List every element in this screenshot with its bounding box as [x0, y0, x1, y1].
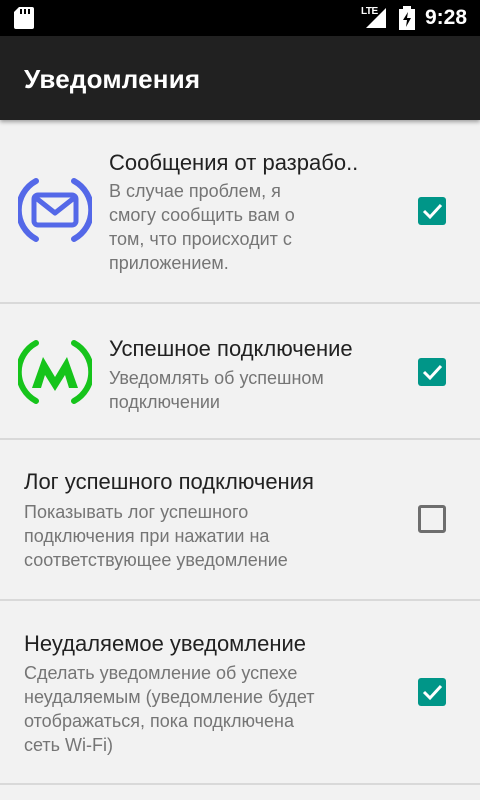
checkmark-icon [422, 364, 443, 381]
setting-title: Лог успешного подключения [24, 469, 314, 494]
setting-summary: Уведомлять об успешном подключении [109, 368, 324, 412]
status-bar: LTE 9:28 [0, 0, 480, 36]
setting-connection-log[interactable]: Лог успешного подключения Показывать лог… [0, 440, 480, 601]
checkmark-icon [422, 203, 443, 220]
developer-messages-checkbox[interactable] [418, 197, 446, 225]
sd-card-icon [14, 7, 34, 29]
battery-charging-icon [399, 6, 415, 30]
setting-summary: Показывать лог успешного подключения при… [24, 502, 288, 570]
setting-developer-messages[interactable]: Сообщения от разрабо.. В случае проблем,… [0, 120, 480, 304]
setting-successful-connection[interactable]: Успешное подключение Уведомлять об успеш… [0, 304, 480, 440]
clock: 9:28 [425, 6, 468, 29]
successful-connection-checkbox[interactable] [418, 358, 446, 386]
connection-log-checkbox[interactable] [418, 505, 446, 533]
app-bar: Уведомления [0, 36, 480, 120]
developer-message-icon [18, 178, 92, 242]
setting-title: Успешное подключение [109, 336, 353, 361]
page-title: Уведомления [24, 64, 201, 94]
checkmark-icon [422, 684, 443, 701]
setting-title: Неудаляемое уведомление [24, 631, 307, 656]
setting-persistent-notification[interactable]: Неудаляемое уведомление Сделать уведомле… [0, 601, 480, 785]
persistent-notification-checkbox[interactable] [418, 678, 446, 706]
setting-summary: Сделать уведомление об успехе неудаляемы… [24, 663, 315, 755]
metro-icon [18, 340, 92, 404]
network-type-label: LTE [361, 6, 378, 17]
setting-title: Сообщения от разрабо.. [109, 150, 359, 175]
setting-summary: В случае проблем, я смогу сообщить вам о… [109, 181, 295, 273]
